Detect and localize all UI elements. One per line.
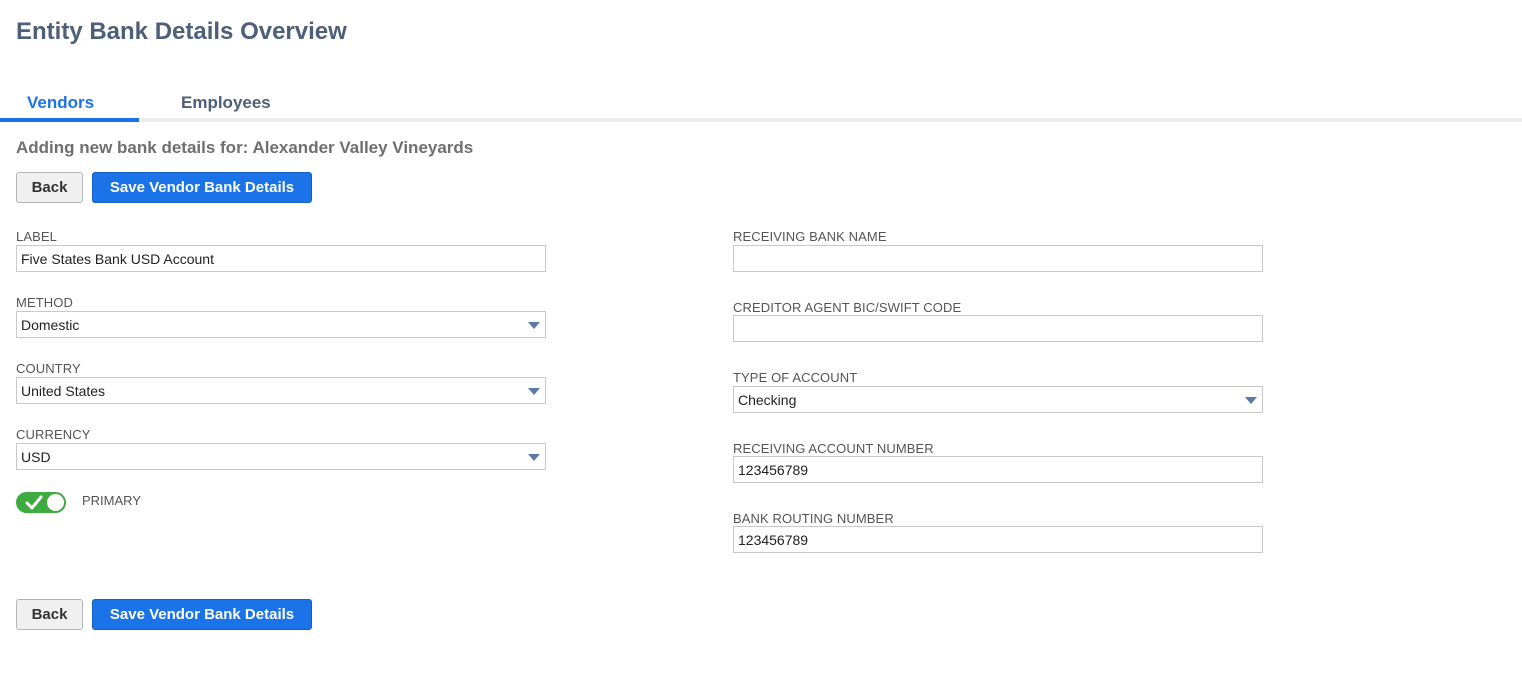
creditor-bic-label: CREDITOR AGENT BIC/SWIFT CODE [733,300,962,315]
bank-routing-number-label: BANK ROUTING NUMBER [733,511,894,526]
toggle-knob [47,494,64,511]
page-title: Entity Bank Details Overview [16,18,347,45]
back-button-top[interactable]: Back [16,172,83,203]
form-subtitle: Adding new bank details for: Alexander V… [16,138,474,157]
primary-toggle[interactable] [16,492,66,513]
save-vendor-bank-details-button-top[interactable]: Save Vendor Bank Details [92,172,312,203]
method-select[interactable]: Domestic [16,311,546,338]
primary-label: PRIMARY [82,493,141,508]
caret-down-icon [528,454,540,461]
active-tab-indicator [0,118,139,122]
bank-routing-number-input[interactable]: 123456789 [733,526,1263,553]
account-type-label: TYPE OF ACCOUNT [733,370,858,385]
creditor-bic-input[interactable] [733,315,1263,342]
currency-field-label: CURRENCY [16,427,91,442]
receiving-account-number-label: RECEIVING ACCOUNT NUMBER [733,441,934,456]
receiving-account-number-input[interactable]: 123456789 [733,456,1263,483]
country-select[interactable]: United States [16,377,546,404]
label-input[interactable]: Five States Bank USD Account [16,245,546,272]
tab-bar: Vendors Employees [0,88,1522,122]
country-field-label: COUNTRY [16,361,81,376]
checkmark-icon [25,495,43,510]
tab-employees[interactable]: Employees [181,93,271,118]
tab-bar-divider [0,118,1522,122]
method-select-value: Domestic [21,317,80,333]
currency-select-value: USD [21,449,51,465]
back-button-bottom[interactable]: Back [16,599,83,630]
account-type-select[interactable]: Checking [733,386,1263,413]
label-field-label: LABEL [16,229,57,244]
caret-down-icon [528,388,540,395]
country-select-value: United States [21,383,106,399]
currency-select[interactable]: USD [16,443,546,470]
receiving-bank-name-input[interactable] [733,245,1263,272]
page: Entity Bank Details Overview Vendors Emp… [0,0,1522,693]
caret-down-icon [528,322,540,329]
save-vendor-bank-details-button-bottom[interactable]: Save Vendor Bank Details [92,599,312,630]
method-field-label: METHOD [16,295,73,310]
receiving-bank-name-label: RECEIVING BANK NAME [733,229,887,244]
tab-vendors[interactable]: Vendors [27,93,94,118]
caret-down-icon [1245,397,1257,404]
account-type-select-value: Checking [738,392,797,408]
